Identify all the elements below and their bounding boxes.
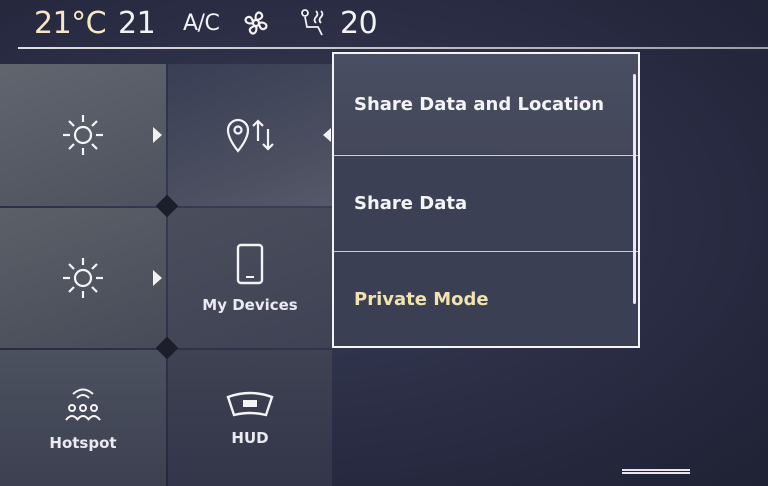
expand-arrow-icon <box>153 127 162 143</box>
passenger-temperature[interactable]: 20 <box>340 6 378 41</box>
my-devices-label: My Devices <box>202 296 298 314</box>
hotspot-tile[interactable]: Hotspot <box>0 350 166 486</box>
menu-item-label: Share Data and Location <box>354 93 605 115</box>
menu-scrollbar[interactable] <box>633 74 636 304</box>
home-indicator[interactable] <box>622 469 690 474</box>
expand-arrow-icon <box>153 270 162 286</box>
driver-temperature[interactable]: 21°C <box>34 6 107 41</box>
hud-label: HUD <box>231 429 269 447</box>
brightness-icon <box>59 111 107 159</box>
hotspot-icon <box>60 384 106 424</box>
my-devices-tile[interactable]: My Devices <box>168 208 332 348</box>
location-sharing-menu: Share Data and Location Share Data Priva… <box>332 52 640 348</box>
seat-heat-icon[interactable] <box>296 7 330 39</box>
top-divider <box>18 47 768 49</box>
location-sharing-tile[interactable] <box>168 64 332 206</box>
menu-item-share-data-and-location[interactable]: Share Data and Location <box>334 54 638 154</box>
fan-speed-value[interactable]: 21 <box>118 6 156 41</box>
menu-item-private-mode[interactable]: Private Mode <box>334 251 638 346</box>
hud-icon <box>224 389 276 419</box>
menu-item-share-data[interactable]: Share Data <box>334 155 638 251</box>
hotspot-label: Hotspot <box>49 434 117 452</box>
location-share-icon <box>222 113 278 157</box>
fan-icon[interactable] <box>240 7 272 39</box>
menu-pointer <box>323 128 331 142</box>
brightness-tile[interactable] <box>0 64 166 206</box>
hud-tile[interactable]: HUD <box>168 350 332 486</box>
menu-item-label: Private Mode <box>354 288 489 310</box>
brightness-icon <box>59 254 107 302</box>
ac-button[interactable]: A/C <box>183 11 220 36</box>
menu-item-label: Share Data <box>354 193 468 214</box>
phone-icon <box>235 242 265 286</box>
climate-bar: 21°C 21 A/C 20 <box>0 0 768 44</box>
brightness-tile-2[interactable] <box>0 208 166 348</box>
